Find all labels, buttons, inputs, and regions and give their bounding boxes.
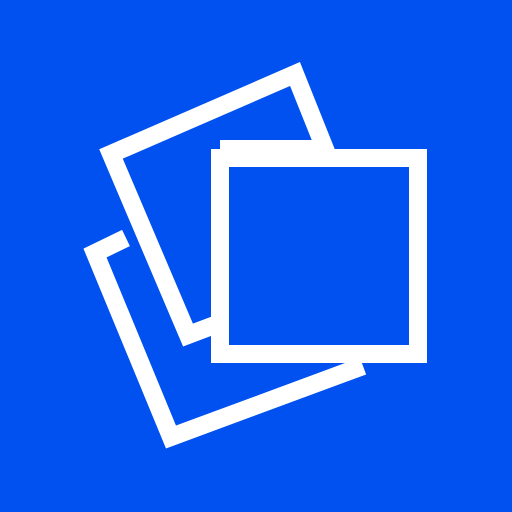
app-icon xyxy=(0,0,512,512)
front-photo-frame xyxy=(211,149,427,363)
stacked-photos-icon xyxy=(0,0,512,512)
